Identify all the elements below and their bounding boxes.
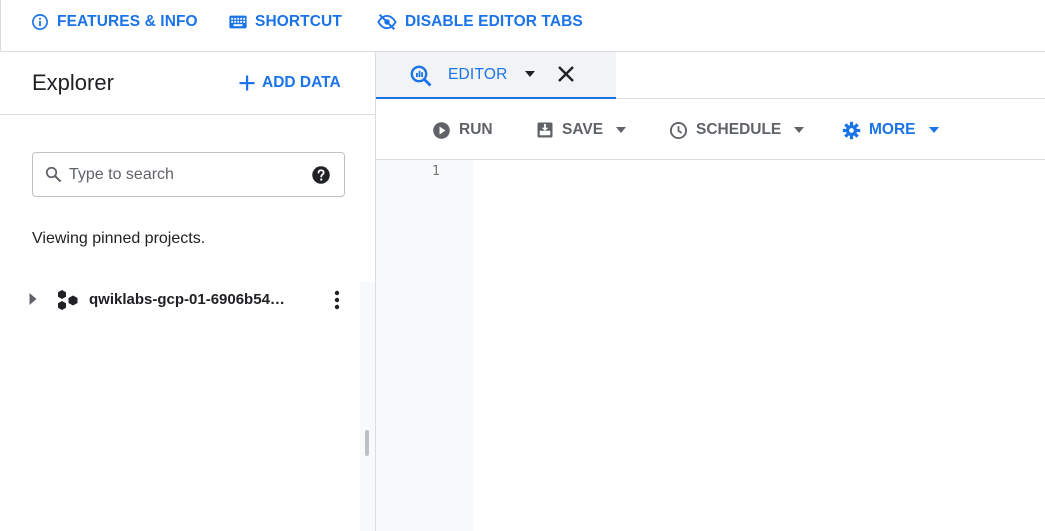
code-input-area[interactable] bbox=[473, 160, 1045, 531]
project-hexagons-icon bbox=[58, 290, 78, 310]
project-name[interactable]: qwiklabs-gcp-01-6906b54… bbox=[89, 291, 285, 308]
more-vert-icon[interactable] bbox=[333, 290, 341, 310]
project-row[interactable]: qwiklabs-gcp-01-6906b54… bbox=[28, 286, 360, 314]
disable-editor-tabs-label: DISABLE EDITOR TABS bbox=[405, 13, 583, 30]
features-info-button[interactable]: FEATURES & INFO bbox=[31, 12, 198, 32]
explorer-resize-handle[interactable] bbox=[365, 430, 369, 456]
schedule-button[interactable]: SCHEDULE bbox=[669, 119, 805, 141]
shortcut-button[interactable]: SHORTCUT bbox=[229, 12, 342, 32]
info-icon bbox=[32, 14, 48, 30]
keyboard-icon bbox=[229, 15, 247, 29]
add-data-button[interactable]: ADD DATA bbox=[238, 72, 341, 94]
save-dropdown-icon[interactable] bbox=[615, 126, 627, 134]
gear-icon bbox=[842, 121, 861, 139]
search-input[interactable] bbox=[69, 164, 299, 186]
explorer-title: Explorer bbox=[32, 70, 114, 95]
more-button[interactable]: MORE bbox=[842, 119, 940, 141]
more-dropdown-icon[interactable] bbox=[928, 126, 940, 134]
explorer-search-box bbox=[32, 152, 345, 197]
add-data-label: ADD DATA bbox=[262, 74, 341, 91]
more-label: MORE bbox=[869, 121, 916, 138]
save-button[interactable]: SAVE bbox=[536, 119, 627, 141]
disable-editor-tabs-button[interactable]: DISABLE EDITOR TABS bbox=[377, 12, 583, 32]
editor-toolbar: RUN SAVE SCHEDULE MORE bbox=[376, 99, 1045, 160]
explorer-scrollbar-track bbox=[360, 282, 375, 531]
pinned-projects-text: Viewing pinned projects. bbox=[32, 230, 206, 247]
explorer-panel: Explorer ADD DATA Viewing pinned project… bbox=[0, 52, 376, 531]
save-icon bbox=[537, 122, 553, 138]
eye-off-icon bbox=[377, 13, 397, 31]
line-number-gutter: 1 bbox=[376, 160, 473, 531]
line-number: 1 bbox=[432, 164, 440, 179]
query-editor: 1 bbox=[376, 160, 1045, 531]
search-icon bbox=[45, 166, 62, 183]
clock-icon bbox=[669, 121, 688, 139]
save-label: SAVE bbox=[562, 121, 604, 138]
shortcut-label: SHORTCUT bbox=[255, 13, 342, 30]
tab-editor[interactable]: EDITOR bbox=[376, 52, 616, 99]
schedule-label: SCHEDULE bbox=[696, 121, 782, 138]
top-action-bar: FEATURES & INFO SHORTCUT DISABLE EDITOR … bbox=[0, 0, 1045, 52]
help-icon[interactable] bbox=[311, 165, 331, 185]
features-info-label: FEATURES & INFO bbox=[57, 13, 198, 30]
explorer-header: Explorer ADD DATA bbox=[0, 52, 375, 115]
tab-editor-label: EDITOR bbox=[448, 66, 508, 83]
run-button[interactable]: RUN bbox=[432, 119, 493, 141]
play-circle-icon bbox=[433, 121, 450, 139]
editor-tabs-bar: EDITOR bbox=[376, 52, 1045, 99]
plus-icon bbox=[239, 75, 255, 91]
close-icon[interactable] bbox=[556, 64, 576, 84]
chevron-down-icon[interactable] bbox=[524, 70, 536, 78]
run-label: RUN bbox=[459, 121, 493, 138]
schedule-dropdown-icon[interactable] bbox=[793, 126, 805, 134]
expand-caret-icon[interactable] bbox=[28, 292, 38, 306]
query-magnifier-icon bbox=[410, 65, 432, 87]
